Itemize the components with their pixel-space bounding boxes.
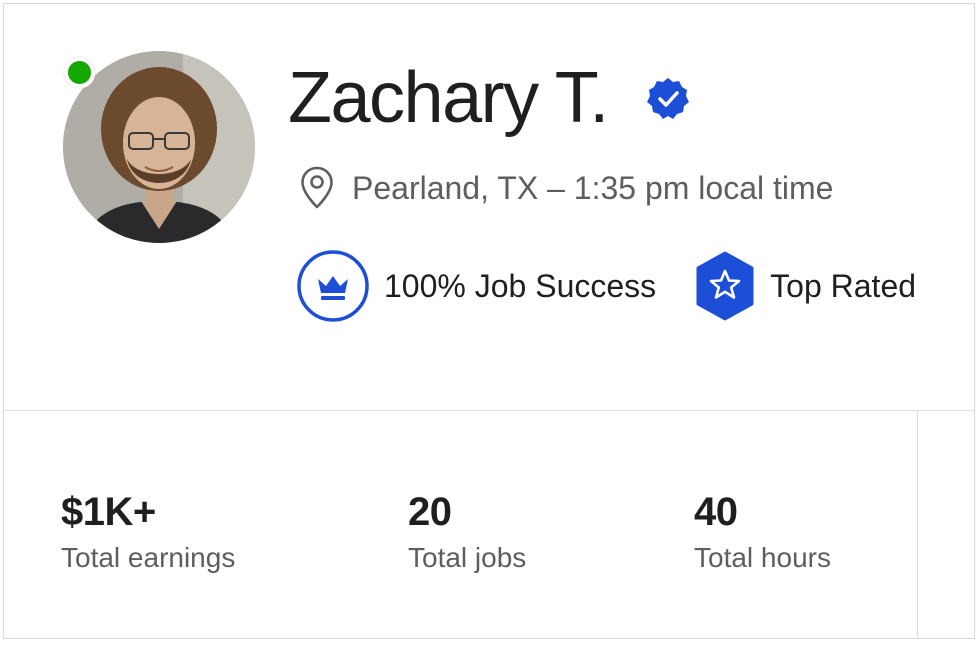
job-success-label: 100% Job Success	[384, 267, 657, 304]
location-text: Pearland, TX – 1:35 pm local time	[352, 169, 834, 206]
location-row: Pearland, TX – 1:35 pm local time	[300, 166, 833, 210]
profile-name: Zachary T.	[288, 58, 609, 138]
badges-row: 100% Job Success Top Rated	[296, 249, 916, 323]
crown-icon	[297, 250, 369, 322]
top-rated-label: Top Rated	[770, 267, 917, 304]
stat-label: Total hours	[694, 542, 831, 573]
section-divider	[4, 410, 974, 411]
stat-total-earnings: $1K+ Total earnings	[61, 488, 235, 574]
location-pin-icon	[301, 166, 333, 209]
stat-total-hours: 40 Total hours	[694, 488, 831, 574]
stat-label: Total jobs	[408, 542, 527, 573]
stat-value: 40	[694, 490, 738, 534]
top-rated-badge[interactable]: Top Rated	[694, 251, 916, 321]
name-row: Zachary T.	[288, 56, 690, 140]
stat-value: $1K+	[61, 490, 156, 534]
stat-label: Total earnings	[61, 542, 236, 573]
job-success-badge[interactable]: 100% Job Success	[296, 249, 656, 323]
stat-value: 20	[408, 490, 452, 534]
stat-total-jobs: 20 Total jobs	[408, 488, 526, 574]
profile-card: Zachary T. Pearland, TX – 1:35 pm local …	[3, 3, 975, 639]
star-badge-icon	[696, 251, 754, 321]
column-divider	[917, 410, 918, 638]
verified-badge-icon	[646, 78, 689, 119]
online-status-dot	[64, 57, 95, 88]
